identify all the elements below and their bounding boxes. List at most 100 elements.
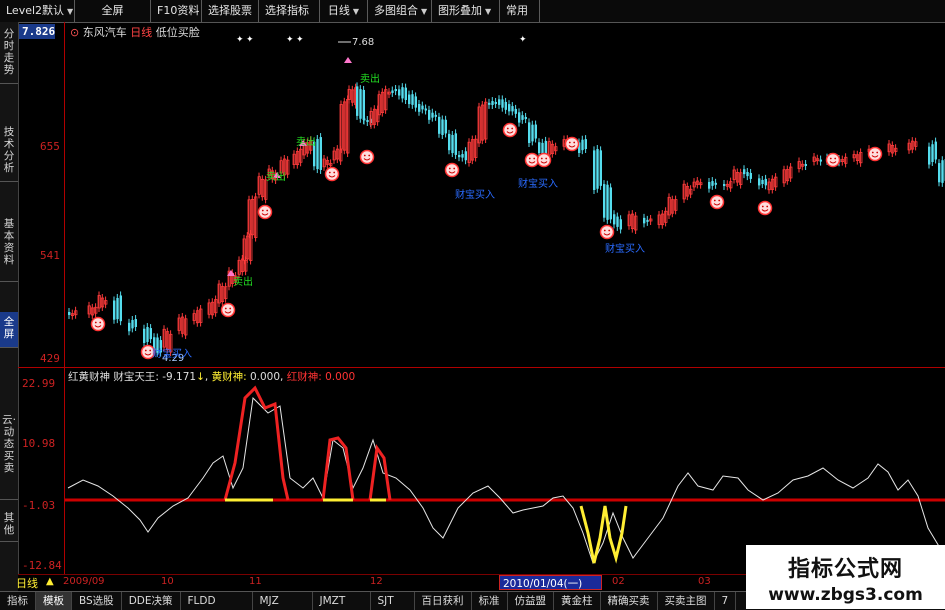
candle-body	[398, 89, 400, 95]
smiley-icon	[504, 124, 517, 137]
star-marker-icon: ✦	[286, 35, 294, 45]
chevron-down-icon: ▼	[353, 7, 359, 16]
candle-body	[938, 163, 940, 182]
candle-body	[356, 86, 358, 116]
left-tab-intraday[interactable]: 分时走势	[0, 24, 18, 84]
left-tab-other[interactable]: 其他	[0, 508, 18, 542]
yellow-caishen-line	[581, 506, 626, 563]
bottom-tab-golden[interactable]: 黄金柱	[554, 592, 601, 610]
left-tab-cloud-trading[interactable]: 云·动态买卖	[0, 410, 18, 500]
left-tab-label: 云·动态买卖	[0, 414, 18, 474]
buy-signal-label: 财宝买入	[605, 240, 645, 255]
date-axis-label: 03	[698, 576, 711, 587]
candle-body	[418, 104, 420, 112]
bottom-tab-yimeng[interactable]: 仿益盟	[508, 592, 555, 610]
date-axis-label: 10	[161, 576, 174, 587]
top-toolbar: Level2默认▼ 全屏 F10资料 选择股票 选择指标 日线▼ 多图组合▼ 图…	[0, 0, 945, 23]
main-chart-header: ⊙ 东风汽车 日线 低位买脸	[70, 24, 200, 40]
toolbar-period-button[interactable]: 日线▼	[320, 0, 368, 22]
candle-body	[415, 96, 417, 107]
smiley-eye	[364, 155, 366, 157]
smiley-icon	[827, 154, 840, 167]
smiley-icon	[601, 226, 614, 239]
candle-body	[491, 101, 493, 105]
toolbar-label: 日线	[328, 4, 350, 17]
bottom-tab-main[interactable]: 买卖主图	[658, 592, 715, 610]
bottom-tab-standard[interactable]: 标准	[472, 592, 508, 610]
toolbar-label: 多图组合	[374, 4, 418, 17]
sell-signal-label: 卖出	[266, 168, 286, 183]
candle-body	[928, 147, 930, 165]
smiley-eye	[876, 152, 878, 154]
toolbar-select-stock-button[interactable]: 选择股票	[202, 0, 259, 22]
bottom-tab-fldd[interactable]: FLDD	[181, 592, 253, 610]
bottom-tab-more[interactable]: 7	[715, 592, 737, 610]
toolbar-level2-button[interactable]: Level2默认▼	[0, 0, 75, 22]
smiley-icon	[222, 304, 235, 317]
toolbar-fullscreen-button[interactable]: 全屏	[75, 0, 151, 22]
toolbar-multichart-button[interactable]: 多图组合▼	[368, 0, 432, 22]
cursor-date: 2010/01/04(一)	[503, 576, 582, 591]
high-price-label: 7.68	[352, 37, 374, 48]
bottom-tab-sjt[interactable]: SJT	[371, 592, 415, 610]
bottom-tab-bs[interactable]: BS选股	[72, 592, 122, 610]
toolbar-label: 图形叠加	[438, 4, 482, 17]
candle-body	[711, 181, 713, 186]
indicator-chart[interactable]	[18, 368, 945, 574]
candle-body	[391, 91, 393, 93]
smiley-eye	[262, 210, 264, 212]
bottom-tab-dde[interactable]: DDE决策	[122, 592, 181, 610]
smiley-eye	[333, 172, 335, 174]
smiley-icon	[566, 138, 579, 151]
toolbar-common-button[interactable]: 常用	[500, 0, 540, 22]
date-axis-label: 11	[249, 576, 262, 587]
smiley-icon	[526, 154, 539, 167]
buy-signal-label: 财宝买入	[152, 345, 192, 360]
period-label[interactable]: 日线	[16, 575, 38, 591]
candle-body	[820, 160, 822, 162]
candle-body	[363, 118, 365, 120]
candle-body	[603, 184, 605, 218]
toolbar-label: 常用	[506, 4, 528, 17]
bottom-tab-template[interactable]: 模板	[36, 592, 72, 610]
candle-body	[643, 218, 645, 223]
candle-body	[931, 144, 933, 162]
toolbar-select-indicator-button[interactable]: 选择指标	[259, 0, 320, 22]
toolbar-label: Level2默认	[6, 4, 64, 17]
sell-signal-label: 卖出	[360, 70, 380, 85]
chevron-down-icon: ▼	[421, 7, 427, 16]
toolbar-overlay-button[interactable]: 图形叠加▼	[432, 0, 500, 22]
bottom-tab-jmzt[interactable]: JMZT	[313, 592, 371, 610]
candle-body	[616, 217, 618, 227]
candle-body	[461, 154, 463, 158]
smiley-icon	[538, 154, 551, 167]
left-tab-fundamentals[interactable]: 基本资料	[0, 214, 18, 282]
candle-body	[120, 295, 122, 321]
left-tab-label: 技术分析	[0, 126, 18, 174]
date-axis-label: 2009/09	[63, 576, 105, 587]
candle-body	[805, 164, 807, 166]
triangle-up-icon[interactable]: ▲	[46, 576, 54, 587]
smiley-eye	[368, 155, 370, 157]
candle-body	[613, 214, 615, 224]
left-tab-technical[interactable]: 技术分析	[0, 122, 18, 182]
smiley-eye	[229, 308, 231, 310]
smiley-eye	[541, 158, 543, 160]
toolbar-f10-button[interactable]: F10资料	[151, 0, 202, 22]
bottom-tab-precise[interactable]: 精确买卖	[601, 592, 658, 610]
candle-body	[131, 320, 133, 328]
candle-body	[465, 151, 467, 160]
bottom-tab-100day[interactable]: 百日获利	[415, 592, 472, 610]
candle-body	[438, 117, 440, 134]
bottom-tab-indicator[interactable]: 指标	[0, 592, 36, 610]
left-tab-fullscreen[interactable]: 全屏	[0, 312, 18, 348]
candle-body	[515, 109, 517, 114]
candle-body	[431, 113, 433, 118]
candle-body	[113, 301, 115, 320]
candle-body	[723, 184, 725, 186]
star-marker-icon: ✦	[236, 35, 244, 45]
candle-body	[359, 89, 361, 119]
smiley-eye	[507, 128, 509, 130]
bottom-tab-mjz[interactable]: MJZ	[253, 592, 313, 610]
candle-body	[646, 220, 648, 222]
